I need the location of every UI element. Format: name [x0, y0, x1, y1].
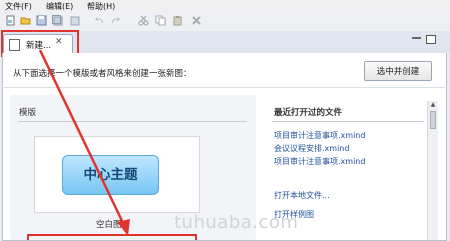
annotation-arrow: [38, 49, 130, 236]
